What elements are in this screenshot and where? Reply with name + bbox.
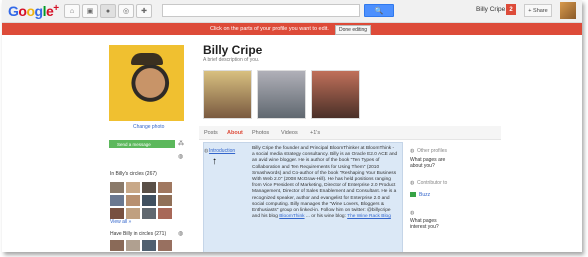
edit-banner: Click on the parts of your profile you w… (2, 23, 582, 35)
browser-frame: Google+ ⌂ ▣ ● ◎ ✚ 🔍 Billy Cripe 2 + Shar… (2, 0, 582, 252)
profiles-question[interactable]: What pages are about you? (410, 157, 454, 169)
circle-avatar[interactable] (126, 182, 140, 193)
home-icon[interactable]: ⌂ (64, 4, 80, 18)
circle-avatar[interactable] (158, 182, 172, 193)
send-message-button[interactable]: Send a message (109, 140, 175, 148)
profile-name[interactable]: Billy Cripe (203, 43, 262, 57)
interests-question[interactable]: What pages interest you? (410, 218, 454, 230)
tab-posts[interactable]: Posts (204, 130, 218, 136)
search-button[interactable]: 🔍 (364, 4, 394, 17)
share-icon[interactable]: ⁂ (178, 140, 184, 147)
up-arrow-icon: ↑ (212, 156, 217, 167)
other-profiles-heading: Other profiles (417, 148, 448, 154)
photos-icon[interactable]: ▣ (82, 4, 98, 18)
scrapbook-photo[interactable] (311, 70, 360, 119)
buzz-link[interactable]: Buzz (419, 192, 430, 198)
in-circles-heading: In Billy's circles (267) (110, 171, 157, 177)
edit-banner-message: Click on the parts of your profile you w… (210, 26, 329, 32)
globe-icon: ◍ (410, 148, 415, 154)
scrapbook-photo[interactable] (257, 70, 306, 119)
globe-icon: ◍ (178, 154, 184, 160)
scrapbook-photo[interactable] (203, 70, 252, 119)
circle-thumbnails (110, 182, 174, 219)
notification-badge[interactable]: 2 (506, 4, 516, 15)
introduction-text[interactable]: Billy Cripe the founder and Principal Bl… (252, 146, 398, 220)
circle-avatar[interactable] (110, 240, 124, 251)
circle-avatar[interactable] (126, 240, 140, 251)
profile-icon[interactable]: ● (100, 4, 116, 18)
tab-photos[interactable]: Photos (252, 130, 269, 136)
tab-plus-ones[interactable]: +1's (310, 130, 320, 136)
circles-icon[interactable]: ◎ (118, 4, 134, 18)
contributor-heading: Contributor to (417, 180, 448, 186)
have-in-circles-heading: Have Billy in circles (271) (110, 231, 167, 237)
username-link[interactable]: Billy Cripe (476, 6, 505, 13)
globe-icon: ◍ (204, 148, 209, 154)
introduction-label[interactable]: Introduction (209, 148, 235, 154)
circle-avatar[interactable] (142, 240, 156, 251)
top-bar: Google+ ⌂ ▣ ● ◎ ✚ 🔍 Billy Cripe 2 + Shar… (2, 0, 582, 23)
circle-avatar[interactable] (158, 195, 172, 206)
globe-icon: ◍ (178, 231, 184, 237)
change-photo-link[interactable]: Change photo (133, 124, 164, 130)
tab-about[interactable]: About (227, 130, 243, 136)
search-input[interactable] (162, 4, 360, 17)
circle-avatar[interactable] (158, 208, 172, 219)
circle-avatar[interactable] (110, 208, 124, 219)
globe-icon: ◍ (410, 210, 415, 216)
view-all-link[interactable]: View all » (110, 219, 131, 225)
circle-avatar[interactable] (142, 208, 156, 219)
profile-photo[interactable] (109, 45, 184, 121)
profile-description[interactable]: A brief description of you. (203, 57, 259, 63)
tab-videos[interactable]: Videos (281, 130, 298, 136)
buzz-icon (410, 192, 416, 197)
games-icon[interactable]: ✚ (136, 4, 152, 18)
circle-avatar[interactable] (142, 195, 156, 206)
avatar[interactable] (560, 2, 576, 19)
nav-icons: ⌂ ▣ ● ◎ ✚ (64, 4, 152, 18)
google-plus-logo[interactable]: Google+ (8, 3, 59, 19)
circle-avatar[interactable] (142, 182, 156, 193)
done-editing-button[interactable]: Done editing (335, 24, 372, 35)
globe-icon: ◍ (410, 180, 415, 186)
circle-avatar[interactable] (110, 182, 124, 193)
circle-thumbnails-2 (110, 240, 172, 251)
profile-tabs: Posts About Photos Videos +1's (199, 126, 501, 140)
circle-avatar[interactable] (110, 195, 124, 206)
circle-avatar[interactable] (158, 240, 172, 251)
circle-avatar[interactable] (126, 195, 140, 206)
circle-avatar[interactable] (126, 208, 140, 219)
share-button[interactable]: + Share (524, 4, 552, 17)
